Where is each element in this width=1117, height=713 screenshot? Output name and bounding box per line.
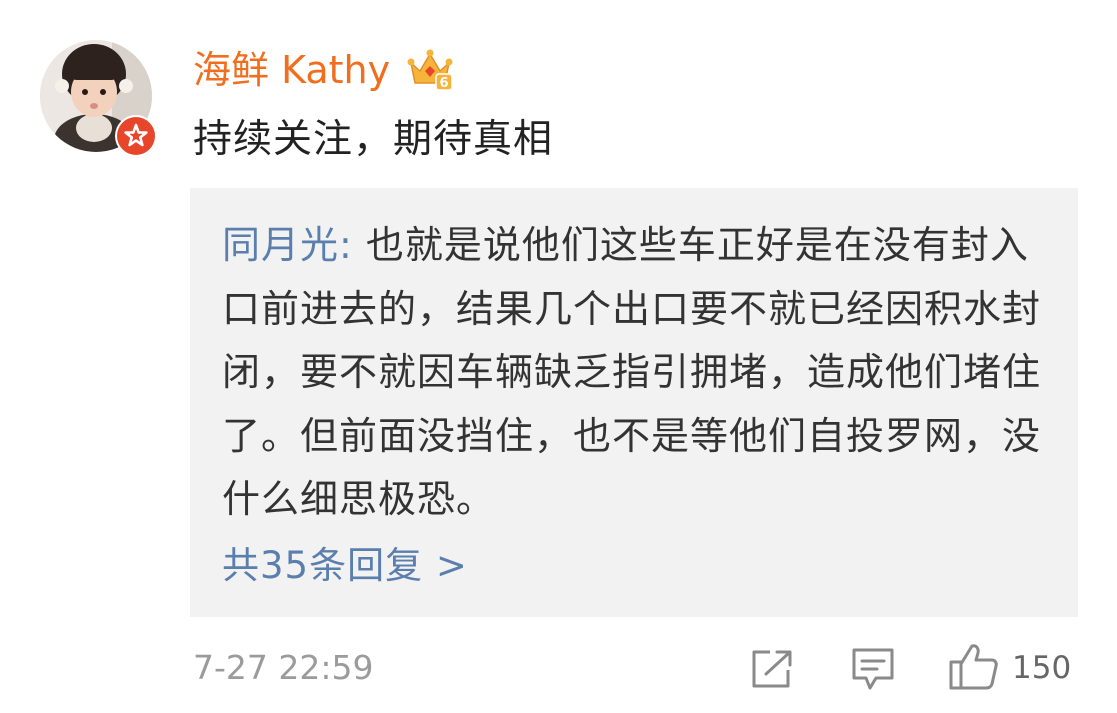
view-replies-link[interactable]: 共35条回复 > <box>222 536 468 596</box>
share-forward-icon[interactable] <box>750 648 794 690</box>
quoted-reply-text: 也就是说他们这些车正好是在没有封入口前进去的，结果几个出口要不就已经因积水封闭，… <box>222 223 1042 521</box>
quoted-reply-box[interactable]: 同月光: 也就是说他们这些车正好是在没有封入口前进去的，结果几个出口要不就已经因… <box>190 188 1078 617</box>
thumbs-up-icon[interactable] <box>948 640 1000 692</box>
crown-vip-icon[interactable]: 6 <box>405 45 455 93</box>
verified-badge-icon <box>115 115 157 157</box>
comment-text: 持续关注，期待真相 <box>193 117 554 162</box>
comment-bubble-icon[interactable] <box>850 646 896 692</box>
timestamp: 7-27 22:59 <box>193 648 374 687</box>
like-count: 150 <box>1012 650 1072 686</box>
quoted-reply-text-block: 同月光: 也就是说他们这些车正好是在没有封入口前进去的，结果几个出口要不就已经因… <box>222 214 1042 532</box>
quoted-reply-separator: : <box>339 223 366 267</box>
username[interactable]: 海鲜 Kathy <box>193 42 390 98</box>
quoted-reply-author[interactable]: 同月光 <box>222 223 339 267</box>
vip-level: 6 <box>439 76 448 91</box>
